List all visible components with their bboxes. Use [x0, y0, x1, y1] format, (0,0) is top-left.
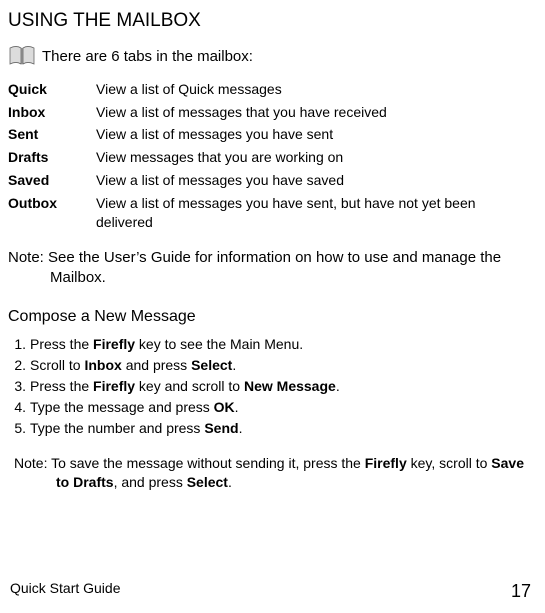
step-text: Press the Firefly key to see the Main Me…	[30, 335, 303, 354]
intro-line: There are 6 tabs in the mailbox:	[8, 44, 533, 68]
tab-label: Outbox	[8, 194, 96, 232]
step-text: Press the Firefly key and scroll to New …	[30, 377, 340, 396]
step-number: 3.	[8, 377, 30, 396]
step-number: 2.	[8, 356, 30, 375]
page-number: 17	[511, 579, 531, 603]
tab-label: Inbox	[8, 103, 96, 122]
tab-label: Saved	[8, 171, 96, 190]
tabs-definition-list: Quick View a list of Quick messages Inbo…	[8, 78, 533, 234]
step-number: 5.	[8, 419, 30, 438]
tab-label: Quick	[8, 80, 96, 99]
page-title: USING THE MAILBOX	[8, 8, 533, 34]
tab-row: Saved View a list of messages you have s…	[8, 169, 533, 192]
tab-row: Drafts View messages that you are workin…	[8, 146, 533, 169]
step-text: Scroll to Inbox and press Select.	[30, 356, 236, 375]
step-row: 5. Type the number and press Send.	[8, 418, 533, 439]
tab-row: Sent View a list of messages you have se…	[8, 123, 533, 146]
step-row: 2. Scroll to Inbox and press Select.	[8, 355, 533, 376]
tab-desc: View a list of Quick messages	[96, 80, 282, 99]
tab-row: Inbox View a list of messages that you h…	[8, 101, 533, 124]
section-subtitle: Compose a New Message	[8, 306, 533, 328]
tab-desc: View a list of messages you have saved	[96, 171, 344, 190]
tab-desc: View a list of messages you have sent	[96, 125, 333, 144]
tab-desc: View messages that you are working on	[96, 148, 343, 167]
tab-desc: View a list of messages you have sent, b…	[96, 194, 496, 232]
step-number: 1.	[8, 335, 30, 354]
tab-desc: View a list of messages that you have re…	[96, 103, 387, 122]
step-row: 4. Type the message and press OK.	[8, 397, 533, 418]
open-book-icon	[8, 44, 36, 68]
step-row: 1. Press the Firefly key to see the Main…	[8, 334, 533, 355]
footer-title: Quick Start Guide	[10, 579, 121, 603]
step-row: 3. Press the Firefly key and scroll to N…	[8, 376, 533, 397]
step-number: 4.	[8, 398, 30, 417]
tab-row: Outbox View a list of messages you have …	[8, 192, 533, 234]
tab-row: Quick View a list of Quick messages	[8, 78, 533, 101]
page-footer: Quick Start Guide 17	[10, 579, 531, 603]
note-usage: Note: See the User’s Guide for informati…	[50, 248, 533, 289]
step-text: Type the number and press Send.	[30, 419, 242, 438]
step-text: Type the message and press OK.	[30, 398, 239, 417]
note-save-draft: Note: To save the message without sendin…	[56, 454, 533, 492]
compose-steps: 1. Press the Firefly key to see the Main…	[8, 334, 533, 438]
intro-text: There are 6 tabs in the mailbox:	[42, 47, 253, 67]
tab-label: Drafts	[8, 148, 96, 167]
tab-label: Sent	[8, 125, 96, 144]
